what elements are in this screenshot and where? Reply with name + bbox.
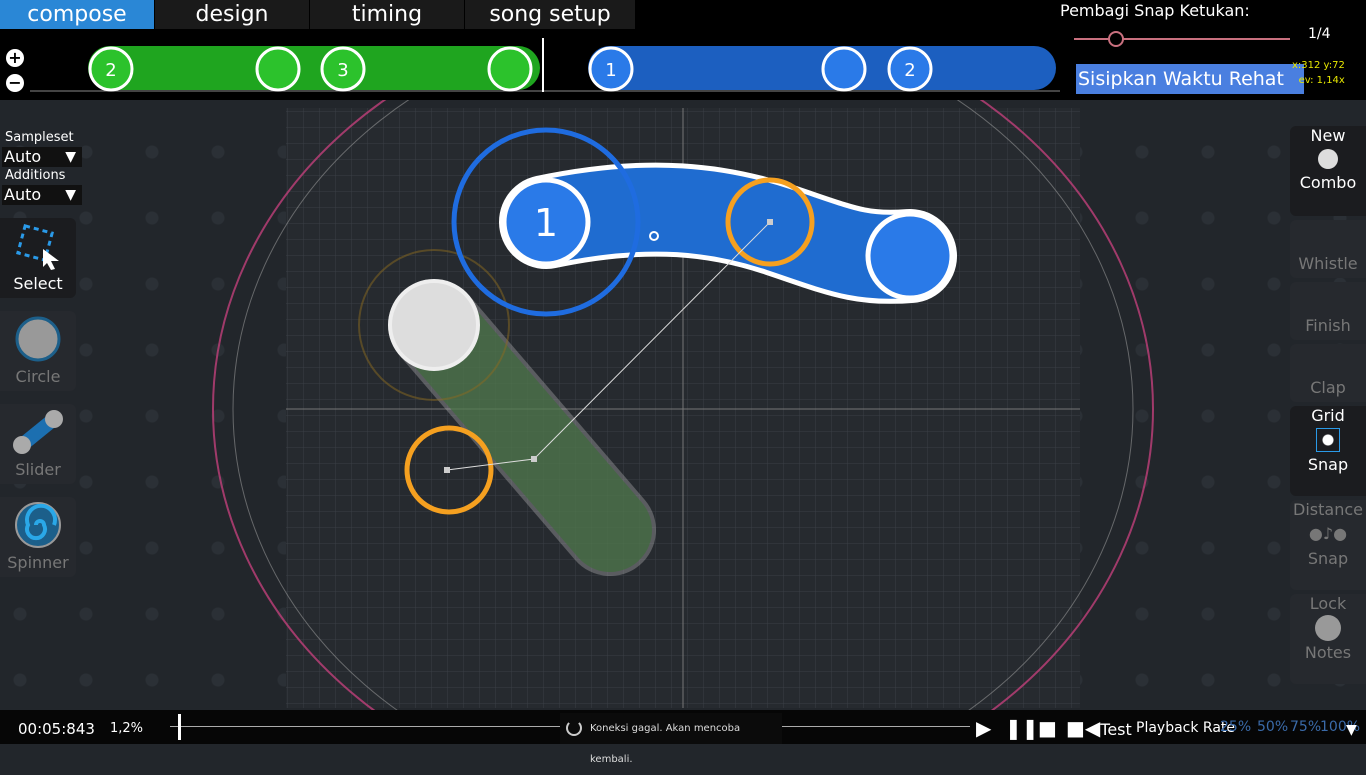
- progress-percent: 1,2%: [110, 721, 144, 736]
- tab-timing[interactable]: timing: [310, 0, 464, 29]
- clap-label: Clap: [1310, 378, 1346, 397]
- beat-snap-knob[interactable]: [1108, 31, 1124, 47]
- toggle-grid-snap[interactable]: Grid Snap: [1290, 406, 1366, 496]
- beat-snap-value: 1/4: [1308, 26, 1331, 42]
- toggle-label: Grid: [1311, 406, 1345, 425]
- playfield[interactable]: 1: [0, 0, 1366, 744]
- coords-pos: x:312 y:72: [1292, 60, 1345, 71]
- top-bar: compose design timing song setup + − 2 3…: [0, 0, 1366, 100]
- timeline-combo: 2: [904, 60, 915, 81]
- rate-75[interactable]: 75%: [1290, 719, 1321, 735]
- hit-circle-faded[interactable]: [388, 279, 480, 371]
- tool-slider[interactable]: Slider: [0, 404, 76, 484]
- distance-snap-icon: ●♪●: [1308, 524, 1348, 543]
- chevron-down-icon: ▼: [65, 187, 76, 203]
- insert-break-button[interactable]: Sisipkan Waktu Rehat: [1076, 64, 1304, 94]
- sampleset-label: Sampleset: [5, 130, 74, 145]
- toggle-clap[interactable]: Clap: [1290, 344, 1366, 402]
- rate-50[interactable]: 50%: [1257, 719, 1288, 735]
- timeline-combo: 3: [337, 60, 348, 81]
- tool-spinner[interactable]: Spinner: [0, 497, 76, 577]
- additions-value: Auto: [4, 185, 42, 204]
- mode-tabs: compose design timing song setup: [0, 0, 636, 29]
- spinner-icon: [15, 502, 61, 548]
- tool-select[interactable]: Select: [0, 218, 76, 298]
- toggle-lock-notes[interactable]: Lock Notes: [1290, 594, 1366, 684]
- tab-compose[interactable]: compose: [0, 0, 154, 29]
- connection-status: Koneksi gagal. Akan mencoba kembali.: [560, 713, 782, 765]
- zoom-out-icon[interactable]: −: [6, 74, 24, 92]
- coords-ev: ev: 1,14x: [1298, 75, 1345, 86]
- loading-icon: [566, 720, 582, 736]
- camera-icon: ■◀: [1066, 716, 1101, 740]
- toggle-label: Snap: [1307, 455, 1349, 474]
- toggle-finish[interactable]: Finish: [1290, 282, 1366, 340]
- toggle-label: Lock: [1309, 594, 1347, 613]
- combo-number: 1: [534, 201, 558, 245]
- toggle-label: Snap: [1307, 549, 1349, 568]
- toggle-new-combo[interactable]: New Combo: [1290, 126, 1366, 216]
- toggle-label: Combo: [1299, 173, 1357, 192]
- sampleset-select[interactable]: Auto ▼: [2, 147, 82, 167]
- beat-snap-slider[interactable]: [1074, 38, 1290, 40]
- tool-label: Circle: [15, 367, 61, 386]
- timeline-combo: 2: [105, 60, 116, 81]
- control-point[interactable]: [444, 467, 450, 473]
- control-point[interactable]: [531, 456, 537, 462]
- toggle-distance-snap[interactable]: Distance ●♪● Snap: [1290, 500, 1366, 590]
- cursor-coords: x:312 y:72 ev: 1,14x: [1292, 58, 1345, 88]
- grid-snap-icon: [1316, 428, 1340, 452]
- tab-design[interactable]: design: [155, 0, 309, 29]
- test-button[interactable]: ■◀Test: [1066, 716, 1132, 740]
- toggle-label: New: [1310, 126, 1346, 145]
- tool-label: Slider: [15, 460, 61, 479]
- current-time: 00:05:843: [18, 720, 95, 738]
- additions-select[interactable]: Auto ▼: [2, 185, 82, 205]
- finish-label: Finish: [1305, 316, 1351, 335]
- sampleset-value: Auto: [4, 147, 42, 166]
- new-combo-icon: [1318, 149, 1338, 169]
- slider-end[interactable]: [865, 211, 955, 301]
- zoom-in-icon[interactable]: +: [6, 49, 24, 67]
- timeline[interactable]: 2 3 1 2: [30, 36, 1060, 96]
- status-text: Koneksi gagal. Akan mencoba kembali.: [590, 723, 741, 765]
- stop-icon[interactable]: ■: [1038, 716, 1057, 740]
- test-label: Test: [1100, 720, 1132, 739]
- tab-song-setup[interactable]: song setup: [465, 0, 635, 29]
- song-position-marker[interactable]: [178, 714, 181, 740]
- pause-icon[interactable]: ❚❚: [1005, 716, 1039, 740]
- rate-25[interactable]: 25%: [1220, 719, 1251, 735]
- beat-snap-label: Pembagi Snap Ketukan:: [1060, 1, 1250, 20]
- slider-icon: [13, 410, 63, 454]
- chevron-down-icon: ▼: [65, 149, 76, 165]
- tool-label: Spinner: [7, 553, 69, 572]
- control-point[interactable]: [767, 219, 773, 225]
- lock-icon: [1315, 615, 1341, 641]
- tool-circle[interactable]: Circle: [0, 311, 76, 391]
- toggle-label: Distance: [1293, 500, 1363, 519]
- rate-marker-icon: ▼: [1346, 722, 1357, 738]
- timeline-combo: 1: [605, 60, 616, 81]
- additions-label: Additions: [5, 168, 66, 183]
- play-icon[interactable]: ▶: [976, 716, 991, 740]
- circle-icon: [15, 316, 61, 362]
- toggle-whistle[interactable]: Whistle: [1290, 220, 1366, 278]
- whistle-label: Whistle: [1298, 254, 1358, 273]
- toggle-label: Notes: [1304, 643, 1352, 662]
- tool-label: Select: [13, 274, 63, 293]
- select-icon: [16, 224, 59, 270]
